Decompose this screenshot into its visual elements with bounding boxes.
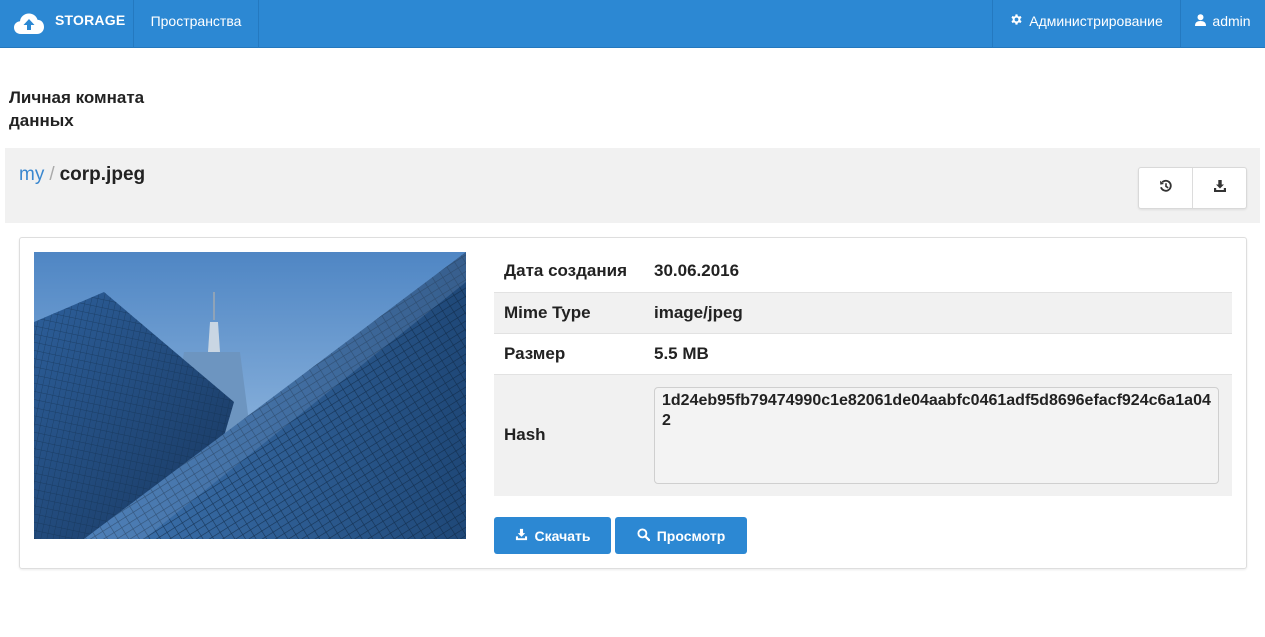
image-preview[interactable]	[34, 252, 466, 539]
nav-administration[interactable]: Администрирование	[992, 0, 1180, 48]
file-details-panel: Дата создания 30.06.2016 Mime Type image…	[19, 237, 1247, 569]
mime-value: image/jpeg	[654, 302, 743, 322]
view-button[interactable]: Просмотр	[615, 517, 747, 554]
view-button-label: Просмотр	[656, 527, 726, 544]
history-icon	[1159, 179, 1173, 198]
breadcrumb-root-link[interactable]: my	[19, 164, 44, 186]
info-row-hash: Hash 1d24eb95fb79474990c1e82061de04aabfc…	[494, 374, 1232, 496]
file-toolbar	[1138, 167, 1247, 209]
gear-icon	[1010, 13, 1029, 29]
download-button[interactable]: Скачать	[494, 517, 611, 554]
history-button[interactable]	[1139, 168, 1192, 208]
file-info-table: Дата создания 30.06.2016 Mime Type image…	[494, 251, 1232, 496]
nav-administration-label: Администрирование	[1029, 13, 1163, 29]
search-icon	[637, 527, 657, 544]
nav-user-label: admin	[1212, 13, 1251, 29]
brand-link[interactable]: STORAGE	[0, 0, 134, 48]
size-value: 5.5 MB	[654, 343, 709, 363]
file-actions: Скачать Просмотр	[494, 517, 747, 554]
brand-name: STORAGE	[55, 12, 126, 28]
cloud-upload-icon	[13, 12, 45, 36]
info-row-created: Дата создания 30.06.2016	[494, 251, 1232, 292]
nav-user-menu[interactable]: admin	[1180, 0, 1265, 48]
toolbar-download-button[interactable]	[1192, 168, 1246, 208]
mime-label: Mime Type	[504, 302, 591, 322]
user-icon	[1195, 13, 1212, 29]
created-value: 30.06.2016	[654, 261, 740, 281]
download-icon	[1213, 179, 1227, 198]
info-row-mime: Mime Type image/jpeg	[494, 292, 1232, 333]
breadcrumb-separator: /	[49, 164, 55, 185]
breadcrumb-current: corp.jpeg	[59, 164, 146, 185]
breadcrumb: my / corp.jpeg	[19, 164, 145, 186]
breadcrumb-bar: my / corp.jpeg	[5, 148, 1260, 223]
hash-field[interactable]: 1d24eb95fb79474990c1e82061de04aabfc0461a…	[654, 386, 1219, 484]
created-label: Дата создания	[504, 261, 628, 281]
hash-label: Hash	[504, 425, 546, 445]
top-navbar: STORAGE Пространства Администрирование a…	[0, 0, 1265, 48]
size-label: Размер	[504, 343, 566, 363]
nav-spaces[interactable]: Пространства	[134, 0, 259, 48]
download-button-label: Скачать	[534, 527, 591, 544]
info-row-size: Размер 5.5 MB	[494, 333, 1232, 374]
nav-spaces-label: Пространства	[150, 13, 242, 29]
page-title: Личная комната данных	[9, 88, 145, 130]
download-icon	[515, 528, 535, 544]
